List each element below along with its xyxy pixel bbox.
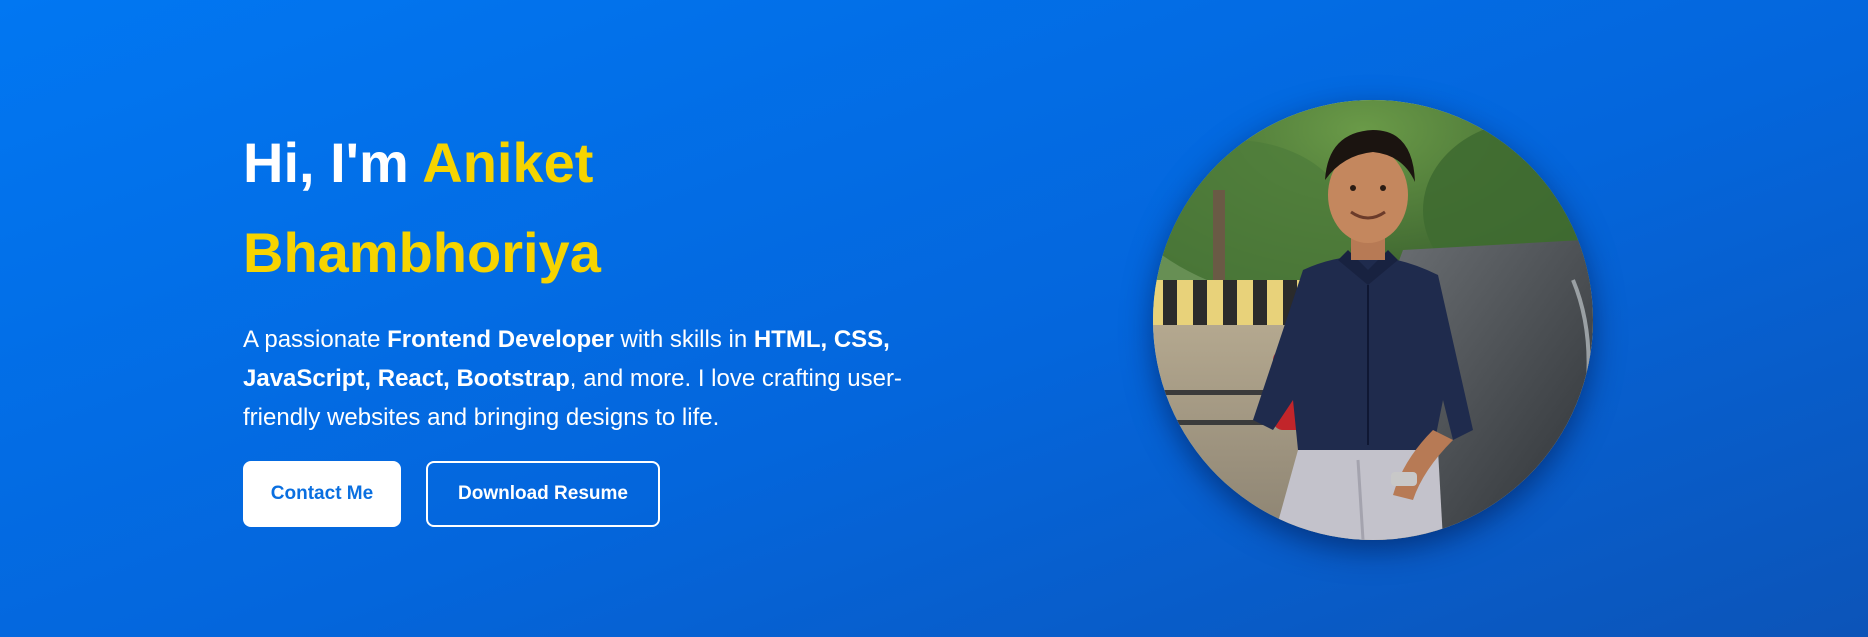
- desc-text-2: with skills in: [613, 326, 754, 353]
- contact-me-button[interactable]: Contact Me: [243, 461, 401, 527]
- desc-text-1: A passionate: [243, 326, 388, 353]
- hero-text: Hi, I'm Aniket Bhambhoriya A passionate F…: [243, 118, 943, 527]
- name-last: Bhambhoriya: [243, 221, 601, 284]
- name-first: Aniket: [422, 131, 594, 194]
- hero-description: A passionate Frontend Developer with ski…: [243, 320, 923, 437]
- hero-section: Hi, I'm Aniket Bhambhoriya A passionate F…: [0, 0, 1868, 637]
- hero-heading: Hi, I'm Aniket Bhambhoriya: [243, 118, 943, 298]
- desc-role: Frontend Developer: [387, 326, 614, 353]
- hero-buttons: Contact Me Download Resume: [243, 461, 943, 527]
- profile-photo: [1153, 100, 1593, 540]
- greeting: Hi, I'm: [243, 131, 423, 194]
- download-resume-button[interactable]: Download Resume: [426, 461, 660, 527]
